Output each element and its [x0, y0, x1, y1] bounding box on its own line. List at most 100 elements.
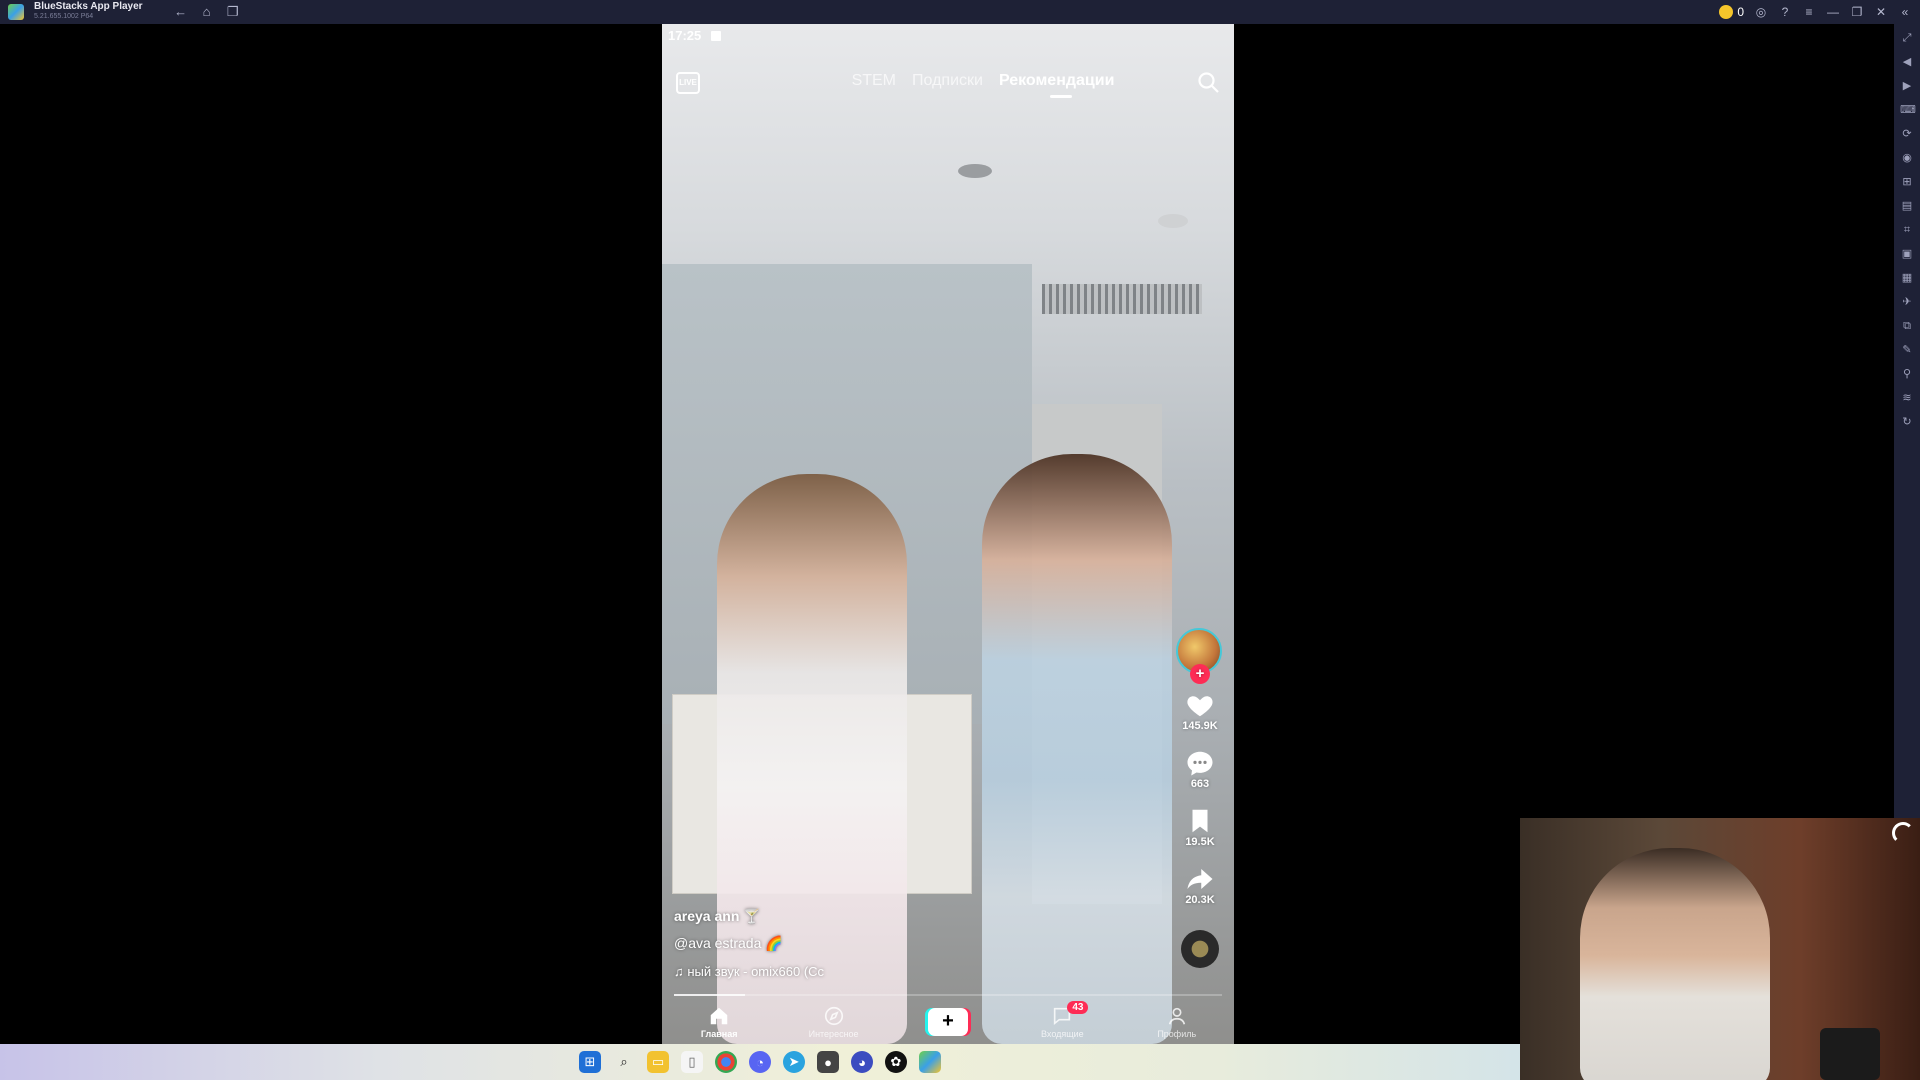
create-plus-icon[interactable]: + [927, 1008, 968, 1036]
gamepad-icon[interactable]: ◉ [1900, 150, 1914, 166]
telegram-icon[interactable]: ➤ [783, 1051, 805, 1073]
nav-inbox[interactable]: 43 Входящие [1027, 1001, 1097, 1039]
bluestacks-taskbar-icon[interactable] [919, 1051, 941, 1073]
title-bar: BlueStacks App Player 5.21.655.1002 P64 … [0, 0, 1920, 24]
webcam-headphones [1820, 1028, 1880, 1080]
app-version: 5.21.655.1002 P64 [34, 13, 94, 20]
share-icon [1187, 869, 1213, 889]
comment-count: 663 [1190, 778, 1210, 790]
app-icon[interactable]: ✿ [885, 1051, 907, 1073]
coin-count: 0 [1737, 5, 1744, 19]
comment-icon [1187, 751, 1213, 776]
home-icon[interactable]: ⌂ [199, 4, 215, 20]
taskbar-search-icon[interactable]: ⌕ [613, 1051, 635, 1073]
record-icon[interactable]: ▣ [1900, 246, 1914, 262]
tab-following[interactable]: Подписки [912, 72, 983, 90]
notification-icon [711, 30, 722, 41]
notepad-icon[interactable]: ▯ [681, 1051, 703, 1073]
phone-screen[interactable]: 17:25 LIVE STEM Подписки Рекомендации + … [662, 24, 1234, 1044]
top-nav: LIVE STEM Подписки Рекомендации [662, 66, 1234, 102]
nav-profile[interactable]: Профиль [1142, 1005, 1212, 1039]
video-progress-fill [674, 994, 746, 996]
coin-icon[interactable] [1719, 5, 1734, 19]
author-name[interactable]: areya ann 🍸 [674, 908, 824, 925]
keyboard-icon[interactable]: ⌨ [1900, 102, 1916, 118]
apk-install-icon[interactable]: ⊞ [1900, 174, 1914, 190]
like-count: 145.9K [1182, 720, 1218, 732]
nav-home[interactable]: Главная [684, 1005, 754, 1039]
rotate-icon[interactable]: ⟳ [1900, 126, 1914, 142]
save-count: 19.5K [1185, 836, 1215, 848]
video-light [958, 164, 992, 178]
status-time: 17:25 [668, 28, 702, 43]
multi-instance-icon[interactable]: ⧉ [1900, 318, 1914, 334]
action-column: + 145.9K 663 19.5K 20.3K [1172, 628, 1228, 968]
nav-profile-label: Профиль [1157, 1029, 1197, 1039]
video-caption: areya ann 🍸 @ava estrada 🌈 ♫ ный звук - … [674, 908, 824, 979]
tab-stem[interactable]: STEM [852, 72, 896, 90]
video-light-2 [1158, 214, 1188, 228]
share-button[interactable]: 20.3K [1185, 864, 1215, 906]
discord-icon[interactable]: ◔ [749, 1051, 771, 1073]
inbox-badge: 43 [1067, 1001, 1089, 1014]
account-icon[interactable]: ◎ [1754, 5, 1768, 19]
compass-icon [824, 1006, 843, 1026]
nav-home-label: Главная [700, 1029, 738, 1039]
app-title-block: BlueStacks App Player 5.21.655.1002 P64 [34, 2, 143, 22]
video-person-right [982, 454, 1172, 1044]
windows-start-icon[interactable]: ⊞ [579, 1051, 601, 1073]
windows-taskbar: ⊞ ⌕ ▭ ▯ ◔ ➤ ● ◕ ✿ [0, 1044, 1520, 1080]
sound-label[interactable]: ♫ ный звук - omix660 (Cc [674, 964, 824, 979]
app-title: BlueStacks App Player [34, 1, 143, 12]
chrome-icon[interactable] [715, 1051, 737, 1073]
bluestacks-logo-icon [8, 4, 24, 20]
restore-icon[interactable]: ❐ [1850, 5, 1864, 19]
fullscreen-icon[interactable]: ⤢ [1900, 30, 1914, 46]
help-icon[interactable]: ? [1778, 5, 1792, 19]
media-icon[interactable]: ▶ [1900, 78, 1914, 94]
nav-discover-label: Интересное [808, 1029, 859, 1039]
obs-icon[interactable]: ● [817, 1051, 839, 1073]
collapse-sidebar-icon[interactable]: « [1898, 5, 1912, 19]
bottom-nav: Главная Интересное + 43 Входящие Профиль [662, 1000, 1234, 1044]
webcam-overlay [1520, 818, 1920, 1080]
profile-icon [1168, 1007, 1185, 1025]
nav-discover[interactable]: Интересное [799, 1005, 869, 1039]
volume-icon[interactable]: ◀ [1900, 54, 1914, 70]
loading-spinner-icon [1892, 822, 1914, 844]
music-disc-icon[interactable] [1181, 930, 1219, 968]
follow-plus-icon[interactable]: + [1190, 664, 1210, 684]
location-icon[interactable]: ⚲ [1900, 366, 1914, 382]
tab-for-you[interactable]: Рекомендации [999, 72, 1114, 98]
bookmark-icon [1192, 809, 1208, 833]
webcam-person [1580, 848, 1770, 1080]
save-button[interactable]: 19.5K [1185, 806, 1215, 848]
home-icon [710, 1007, 728, 1025]
comment-button[interactable]: 663 [1185, 748, 1215, 790]
video-progress-bar[interactable] [674, 994, 1222, 996]
share-count: 20.3K [1185, 894, 1215, 906]
video-vent [1042, 284, 1202, 314]
gallery-icon[interactable]: ▦ [1900, 270, 1914, 286]
file-explorer-icon[interactable]: ▭ [647, 1051, 669, 1073]
status-bar: 17:25 [668, 28, 722, 43]
heart-icon [1187, 696, 1213, 717]
recent-apps-icon[interactable]: ❐ [225, 4, 241, 20]
airplane-icon[interactable]: ✈ [1900, 294, 1914, 310]
stats-icon[interactable]: ▤ [1900, 198, 1914, 214]
minimize-icon[interactable]: — [1826, 5, 1840, 19]
back-arrow-icon[interactable]: ← [173, 4, 189, 20]
close-icon[interactable]: ✕ [1874, 5, 1888, 19]
sync-icon[interactable]: ↻ [1900, 414, 1914, 430]
screenshot-icon[interactable]: ⌗ [1900, 222, 1914, 238]
messenger-icon[interactable]: ◕ [851, 1051, 873, 1073]
caption-text[interactable]: @ava estrada 🌈 [674, 935, 824, 952]
eco-icon[interactable]: ✎ [1900, 342, 1914, 358]
search-icon[interactable] [1196, 70, 1220, 94]
like-button[interactable]: 145.9K [1182, 690, 1218, 732]
layers-icon[interactable]: ≋ [1900, 390, 1914, 406]
nav-create[interactable]: + [913, 1008, 983, 1036]
menu-icon[interactable]: ≡ [1802, 5, 1816, 19]
nav-inbox-label: Входящие [1041, 1029, 1084, 1039]
creator-avatar[interactable]: + [1176, 628, 1224, 684]
